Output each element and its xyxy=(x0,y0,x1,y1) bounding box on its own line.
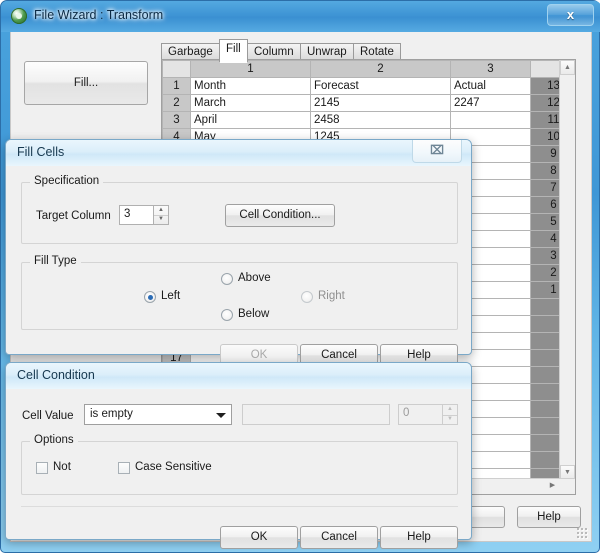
radio-label: Left xyxy=(161,290,181,302)
cell-value-number-stepper[interactable]: 0 ▲ ▼ xyxy=(398,404,458,425)
scroll-up-icon[interactable]: ▲ xyxy=(560,60,575,75)
grid-column-header[interactable]: 3 xyxy=(450,60,531,78)
radio-indicator xyxy=(221,273,233,285)
cell-value-condition-value: is empty xyxy=(90,408,133,420)
chevron-down-icon xyxy=(216,412,226,418)
grid-row-header[interactable]: 1 xyxy=(162,77,191,95)
grid-corner[interactable] xyxy=(162,60,191,78)
checkbox-label: Case Sensitive xyxy=(135,461,212,473)
cell-value-label: Cell Value xyxy=(22,410,74,422)
target-column-stepper[interactable]: 3 ▲ ▼ xyxy=(119,205,169,225)
window-close-button[interactable]: x xyxy=(547,4,594,26)
grid-cell[interactable]: Month xyxy=(190,77,311,95)
spin-down-icon[interactable]: ▼ xyxy=(443,415,457,425)
fill-type-legend: Fill Type xyxy=(30,255,81,267)
tab-label: Rotate xyxy=(360,46,394,58)
grid-row[interactable]: 3 April 2458 11 xyxy=(162,111,575,129)
cell-value-condition-select[interactable]: is empty xyxy=(84,404,232,425)
resize-grip[interactable] xyxy=(576,527,588,539)
close-icon: ⌧ xyxy=(430,143,444,157)
options-legend: Options xyxy=(30,434,78,446)
cell-condition-dialog: Cell Condition Cell Value is empty 0 ▲ ▼… xyxy=(5,362,472,549)
fill-cells-title-bar: Fill Cells xyxy=(6,140,471,167)
fill-cells-title: Fill Cells xyxy=(17,145,65,159)
cell-condition-ok-button[interactable]: OK xyxy=(220,526,298,549)
cell-condition-help-button[interactable]: Help xyxy=(380,526,458,549)
radio-indicator xyxy=(144,291,156,303)
grid-column-header[interactable]: 1 xyxy=(190,60,311,78)
grid-header-row: 123 xyxy=(162,60,575,78)
tab-label: Unwrap xyxy=(307,46,347,58)
checkbox-indicator xyxy=(36,462,48,474)
cell-value-text-input[interactable] xyxy=(242,404,390,425)
cell-condition-button[interactable]: Cell Condition... xyxy=(225,204,335,227)
grid-cell[interactable]: Forecast xyxy=(310,77,451,95)
grid-cell[interactable]: 2458 xyxy=(310,111,451,129)
grid-vertical-scrollbar[interactable]: ▲ ▼ xyxy=(559,60,575,480)
grid-row-header[interactable]: 2 xyxy=(162,94,191,112)
close-icon: x xyxy=(566,7,575,22)
radio-indicator xyxy=(221,309,233,321)
grid-cell[interactable]: 2247 xyxy=(450,94,531,112)
grid-column-header[interactable]: 2 xyxy=(310,60,451,78)
cell-condition-body: Cell Value is empty 0 ▲ ▼ Options Not Ca… xyxy=(6,389,471,549)
radio-label: Right xyxy=(318,290,345,302)
cell-condition-title-bar: Cell Condition xyxy=(6,363,471,390)
grid-cell[interactable]: March xyxy=(190,94,311,112)
cell-value-number-value[interactable]: 0 xyxy=(398,404,442,425)
spin-down-icon[interactable]: ▼ xyxy=(154,215,168,224)
grid-row-header[interactable]: 3 xyxy=(162,111,191,129)
target-column-label: Target Column xyxy=(36,210,111,222)
fill-type-group: Fill Type Left Above Below Right xyxy=(21,255,458,330)
fill-button[interactable]: Fill... xyxy=(24,61,148,105)
tab-label: Column xyxy=(254,46,294,58)
specification-legend: Specification xyxy=(30,175,104,187)
options-group: Options Not Case Sensitive xyxy=(21,434,458,495)
grid-cell[interactable]: Actual xyxy=(450,77,531,95)
fill-cells-close-button[interactable]: ⌧ xyxy=(412,140,462,163)
scroll-right-icon[interactable]: ▶ xyxy=(545,479,560,493)
tab-label: Fill xyxy=(226,43,241,55)
grid-cell[interactable]: 2145 xyxy=(310,94,451,112)
title-bar: File Wizard : Transform x xyxy=(1,1,600,32)
radio-label: Below xyxy=(238,308,270,320)
target-column-spin-buttons[interactable]: ▲ ▼ xyxy=(153,205,169,225)
app-target-icon xyxy=(11,8,27,24)
tab-label: Garbage xyxy=(168,46,213,58)
checkbox-indicator xyxy=(118,462,130,474)
cell-value-spin-buttons[interactable]: ▲ ▼ xyxy=(442,404,458,425)
radio-indicator xyxy=(301,291,313,303)
fill-cells-dialog: Fill Cells ⌧ Specification Target Column… xyxy=(5,139,472,367)
tab-fill[interactable]: Fill xyxy=(219,39,248,63)
grid-row[interactable]: 1 Month Forecast Actual 13 xyxy=(162,77,575,95)
specification-group: Specification Target Column 3 ▲ ▼ Cell C… xyxy=(21,175,458,244)
fill-cells-body: Specification Target Column 3 ▲ ▼ Cell C… xyxy=(6,166,471,367)
cell-condition-cancel-button[interactable]: Cancel xyxy=(300,526,378,549)
grid-row[interactable]: 2 March 2145 2247 12 xyxy=(162,94,575,112)
radio-label: Above xyxy=(238,272,271,284)
grid-cell[interactable] xyxy=(450,111,531,129)
main-help-button[interactable]: Help xyxy=(517,506,581,528)
checkbox-label: Not xyxy=(53,461,71,473)
cell-condition-title: Cell Condition xyxy=(17,368,95,382)
cell-condition-separator xyxy=(21,506,458,507)
grid-cell[interactable]: April xyxy=(190,111,311,129)
window-title: File Wizard : Transform xyxy=(34,8,164,22)
target-column-value[interactable]: 3 xyxy=(119,205,153,225)
